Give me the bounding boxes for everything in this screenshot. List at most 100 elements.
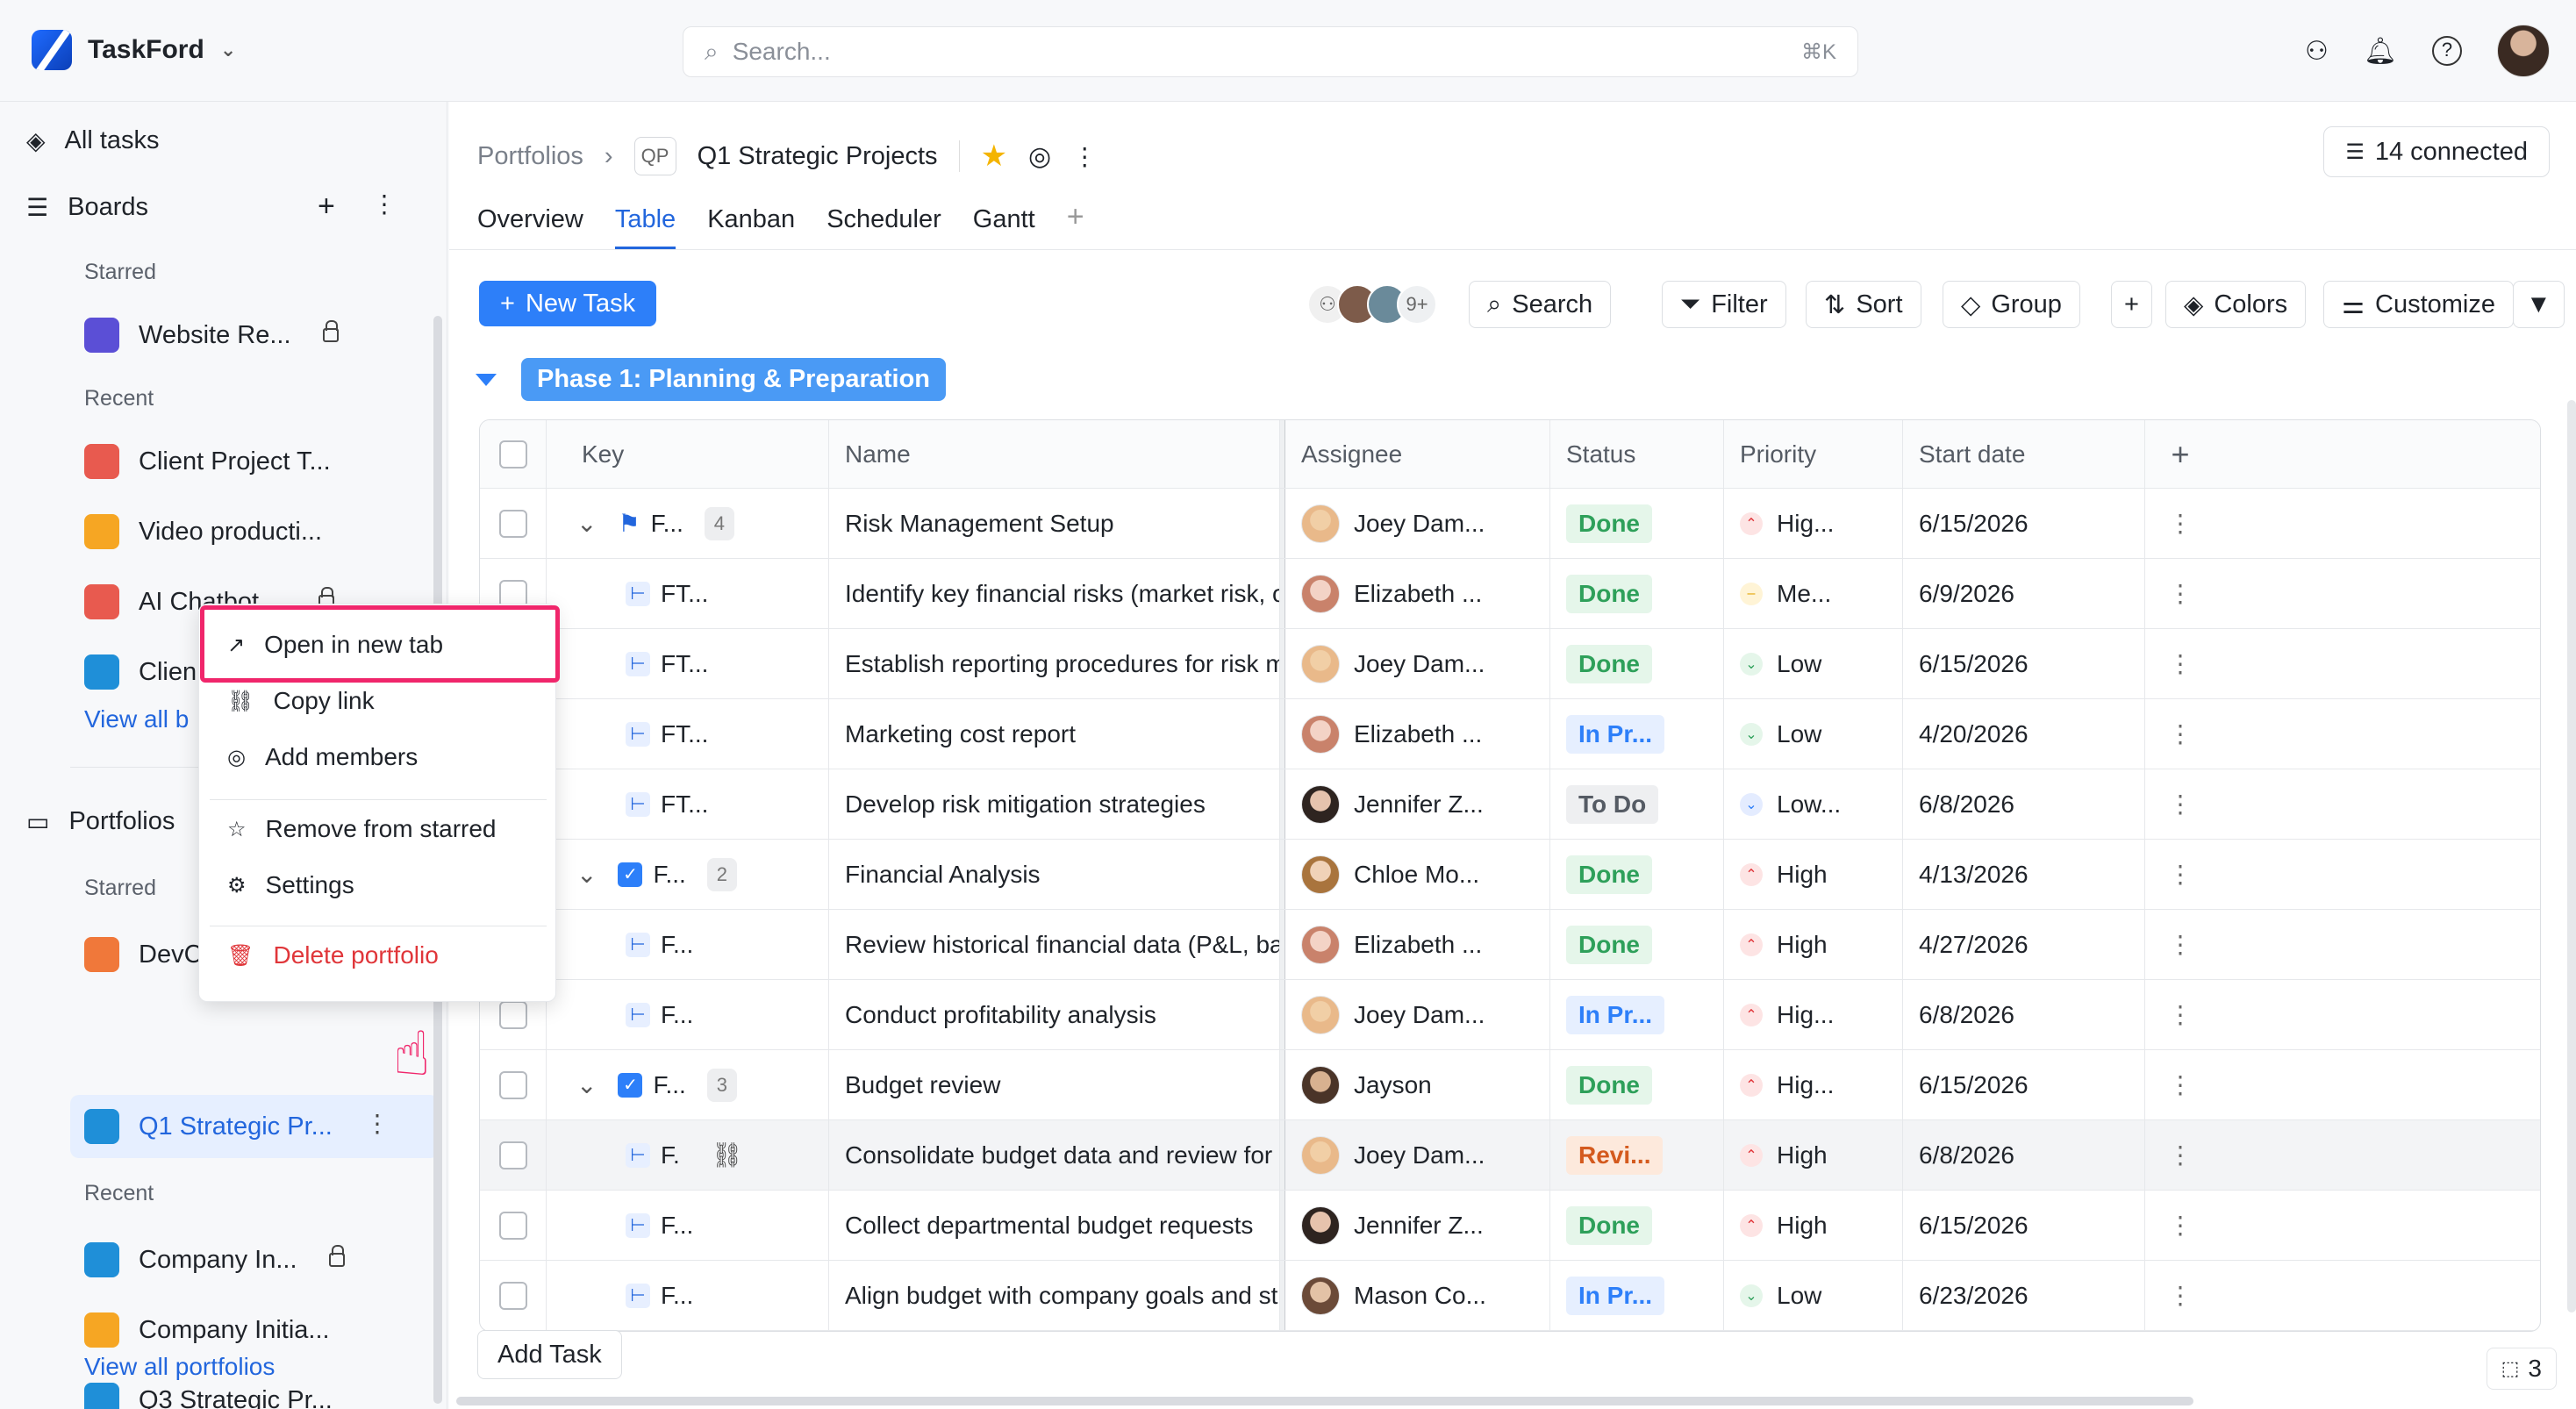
priority-label[interactable]: High <box>1777 1212 1828 1240</box>
header-status[interactable]: Status <box>1550 420 1724 488</box>
start-date[interactable]: 6/8/2026 <box>1919 1141 2014 1169</box>
sidebar-board-website[interactable]: Website Re... <box>84 318 339 353</box>
add-column-icon[interactable]: + <box>2145 420 2215 488</box>
start-date[interactable]: 6/23/2026 <box>1919 1282 2029 1310</box>
collapse-triangle-icon[interactable] <box>476 373 497 386</box>
task-name[interactable]: Align budget with company goals and stra… <box>829 1261 1280 1330</box>
colors-button[interactable]: ◈ Colors <box>2165 281 2307 328</box>
assignee-name[interactable]: Mason Co... <box>1354 1282 1486 1310</box>
new-task-button[interactable]: + New Task <box>479 281 657 326</box>
group-header[interactable]: Phase 1: Planning & Preparation <box>476 358 946 401</box>
start-date[interactable]: 4/27/2026 <box>1919 931 2029 959</box>
priority-label[interactable]: Hig... <box>1777 510 1834 538</box>
assignee-name[interactable]: Jayson <box>1354 1071 1432 1099</box>
start-date[interactable]: 6/8/2026 <box>1919 1001 2014 1029</box>
start-date[interactable]: 6/15/2026 <box>1919 1071 2029 1099</box>
assignee-name[interactable]: Jennifer Z... <box>1354 1212 1484 1240</box>
connected-button[interactable]: ☰ 14 connected <box>2323 126 2550 177</box>
expand-chevron-icon[interactable]: ⌄ <box>576 509 597 538</box>
table-row[interactable]: ⊢ FT... Marketing cost report Elizabeth ...… <box>480 699 2540 769</box>
row-more-icon[interactable]: ⋮ <box>2168 930 2193 959</box>
menu-copy-link[interactable]: ⛓ Copy link <box>227 687 375 715</box>
table-row[interactable]: ⌄ ✓ F... 3 Budget review Jayson Done ⌃ Hig... 6/1… <box>480 1050 2540 1120</box>
tab-kanban[interactable]: Kanban <box>707 205 795 250</box>
sidebar-item-boards[interactable]: ☰ Boards <box>26 193 148 222</box>
breadcrumb-portfolios[interactable]: Portfolios <box>477 142 583 171</box>
row-more-icon[interactable]: ⋮ <box>2168 1211 2193 1240</box>
toolbar-dropdown-button[interactable]: ▼ <box>2513 281 2565 328</box>
table-row[interactable]: ⊢ FT... Establish reporting procedures for… <box>480 629 2540 699</box>
status-badge[interactable]: Done <box>1566 1205 1652 1245</box>
view-all-boards-link[interactable]: View all b <box>84 705 189 733</box>
sort-button[interactable]: ⇅ Sort <box>1806 281 1921 328</box>
sidebar-board-client-project[interactable]: Client Project T... <box>84 444 331 479</box>
row-checkbox[interactable] <box>499 1211 527 1240</box>
status-badge[interactable]: Done <box>1566 1065 1652 1105</box>
assignee-name[interactable]: Elizabeth ... <box>1354 580 1482 608</box>
assignee-name[interactable]: Joey Dam... <box>1354 650 1485 678</box>
status-badge[interactable]: Done <box>1566 504 1652 543</box>
status-badge[interactable]: To Do <box>1566 784 1659 824</box>
row-more-icon[interactable]: ⋮ <box>2168 579 2193 608</box>
priority-label[interactable]: Hig... <box>1777 1071 1834 1099</box>
header-priority[interactable]: Priority <box>1724 420 1903 488</box>
bell-icon[interactable]: 🔔︎ <box>2364 36 2397 67</box>
table-row[interactable]: ⊢ F... Collect departmental budget request… <box>480 1191 2540 1261</box>
sidebar-portfolio-company-in[interactable]: Company In... <box>84 1242 345 1277</box>
menu-remove-starred[interactable]: ☆ Remove from starred <box>227 815 496 843</box>
start-date[interactable]: 6/8/2026 <box>1919 790 2014 819</box>
user-avatar[interactable] <box>2497 25 2550 77</box>
more-icon[interactable]: ⋮ <box>1072 142 1097 171</box>
row-checkbox[interactable] <box>499 1070 527 1099</box>
sidebar-portfolio-q1[interactable]: Q1 Strategic Pr... <box>84 1109 333 1144</box>
sidebar-item-all-tasks[interactable]: ◈ All tasks <box>26 126 160 155</box>
help-icon[interactable]: ? <box>2432 36 2462 66</box>
row-more-icon[interactable]: ⋮ <box>2168 649 2193 678</box>
assignee-name[interactable]: Joey Dam... <box>1354 1141 1485 1169</box>
menu-delete-portfolio[interactable]: 🗑︎ Delete portfolio <box>227 941 439 969</box>
start-date[interactable]: 4/13/2026 <box>1919 861 2029 889</box>
invite-user-icon[interactable]: ⚇ <box>2305 36 2329 67</box>
task-name[interactable]: Budget review <box>829 1050 1280 1119</box>
menu-add-members[interactable]: ◎ Add members <box>227 743 418 771</box>
task-name[interactable]: Risk Management Setup <box>829 489 1280 558</box>
row-checkbox[interactable] <box>499 1000 527 1029</box>
row-checkbox[interactable] <box>499 1281 527 1310</box>
priority-label[interactable]: Low... <box>1777 790 1841 819</box>
row-more-icon[interactable]: ⋮ <box>2168 1000 2193 1029</box>
task-name[interactable]: Conduct profitability analysis <box>829 980 1280 1049</box>
row-more-icon[interactable]: ⋮ <box>2168 860 2193 889</box>
status-badge[interactable]: Revi... <box>1566 1135 1664 1175</box>
select-all-checkbox[interactable] <box>499 440 527 468</box>
customize-button[interactable]: ⚌ Customize <box>2323 281 2514 328</box>
add-view-icon[interactable]: + <box>1067 200 1084 250</box>
table-row[interactable]: ⊢ F. ⛓ Consolidate budget data and review f… <box>480 1120 2540 1191</box>
header-name[interactable]: Name <box>829 420 1280 488</box>
add-task-button[interactable]: Add Task <box>477 1330 622 1379</box>
task-name[interactable]: Marketing cost report <box>829 699 1280 769</box>
tab-overview[interactable]: Overview <box>477 205 583 250</box>
status-badge[interactable]: Done <box>1566 855 1652 894</box>
table-vertical-scrollbar[interactable] <box>2567 400 2576 1312</box>
start-date[interactable]: 4/20/2026 <box>1919 720 2029 748</box>
priority-label[interactable]: Me... <box>1777 580 1831 608</box>
assignee-name[interactable]: Elizabeth ... <box>1354 720 1482 748</box>
priority-label[interactable]: Low <box>1777 720 1821 748</box>
start-date[interactable]: 6/15/2026 <box>1919 650 2029 678</box>
add-board-icon[interactable]: + <box>318 190 335 224</box>
priority-label[interactable]: High <box>1777 1141 1828 1169</box>
row-more-icon[interactable]: ⋮ <box>2168 1281 2193 1310</box>
priority-label[interactable]: High <box>1777 931 1828 959</box>
start-date[interactable]: 6/15/2026 <box>1919 1212 2029 1240</box>
assignee-name[interactable]: Joey Dam... <box>1354 1001 1485 1029</box>
status-badge[interactable]: Done <box>1566 574 1652 613</box>
priority-label[interactable]: High <box>1777 861 1828 889</box>
priority-label[interactable]: Low <box>1777 1282 1821 1310</box>
table-row[interactable]: ⊢ FT... Develop risk mitigation strategies… <box>480 769 2540 840</box>
task-name[interactable]: Establish reporting procedures for risk … <box>829 629 1280 698</box>
assignee-name[interactable]: Elizabeth ... <box>1354 931 1482 959</box>
row-more-icon[interactable]: ⋮ <box>2168 1141 2193 1169</box>
sidebar-portfolio-devc[interactable]: DevC <box>84 937 203 972</box>
sidebar-board-client[interactable]: Clien <box>84 654 197 690</box>
row-more-icon[interactable]: ⋮ <box>2168 719 2193 748</box>
